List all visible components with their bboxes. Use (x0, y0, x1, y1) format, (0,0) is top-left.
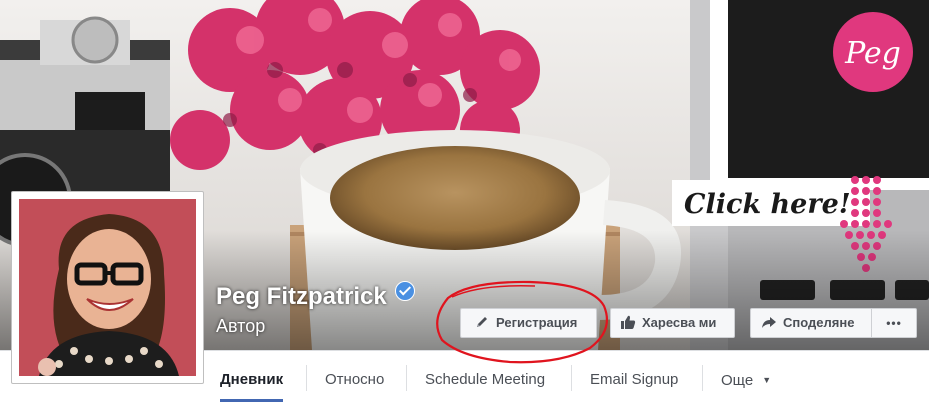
more-options-icon: ••• (886, 316, 902, 330)
share-button-label: Споделяне (783, 315, 855, 330)
thumbs-up-icon (621, 315, 636, 329)
tab-timeline[interactable]: Дневник (220, 351, 284, 402)
page-title[interactable]: Peg Fitzpatrick (216, 281, 415, 311)
tab-more[interactable]: Още ▼ (721, 351, 771, 402)
verified-badge-icon (394, 281, 415, 301)
like-button-label: Харесва ми (642, 315, 717, 330)
cover-logo-text: Peg (844, 36, 901, 71)
more-options-button[interactable]: ••• (872, 308, 917, 338)
tab-divider (406, 365, 407, 391)
cover-handwriting: Click here! (684, 189, 851, 220)
signup-button-label: Регистрация (496, 315, 578, 330)
page-category[interactable]: Автор (216, 316, 265, 337)
signup-button[interactable]: Регистрация (460, 308, 597, 338)
tab-divider (306, 365, 307, 391)
tab-divider (571, 365, 572, 391)
tab-divider (702, 365, 703, 391)
tab-about[interactable]: Относно (325, 351, 384, 402)
tab-email-signup[interactable]: Email Signup (590, 351, 678, 402)
tab-schedule-meeting[interactable]: Schedule Meeting (425, 351, 545, 402)
like-button[interactable]: Харесва ми (610, 308, 735, 338)
caret-down-icon: ▼ (762, 375, 772, 385)
share-arrow-icon (762, 317, 776, 328)
pencil-icon (477, 317, 487, 327)
share-button[interactable]: Споделяне (750, 308, 872, 338)
profile-picture[interactable] (11, 191, 204, 384)
tab-more-label: Още (721, 372, 754, 389)
page-name-text[interactable]: Peg Fitzpatrick (216, 283, 387, 310)
avatar (19, 199, 196, 376)
